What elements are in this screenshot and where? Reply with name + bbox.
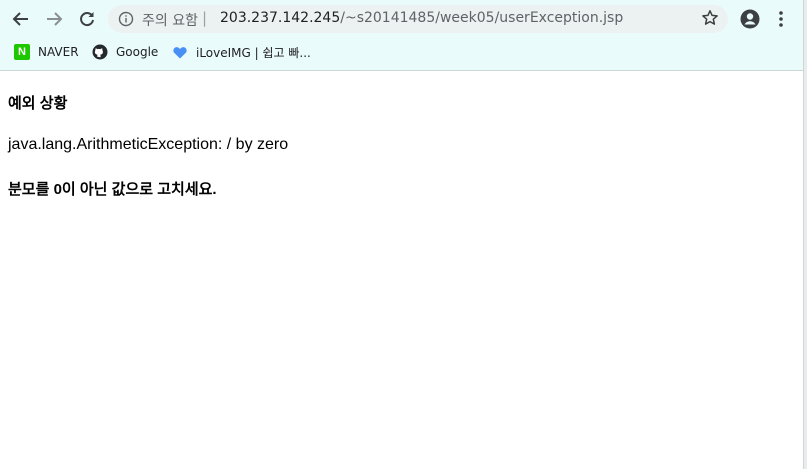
address-bar[interactable]: 주의 요함 | 203.237.142.245/~s20141485/week0…	[108, 5, 728, 33]
reload-icon	[80, 12, 94, 27]
url-host: 203.237.142.245	[220, 10, 341, 26]
bookmark-naver[interactable]: N NAVER	[14, 41, 79, 63]
bookmark-star-icon[interactable]	[701, 9, 719, 27]
forward-button[interactable]	[43, 8, 65, 30]
url-text[interactable]: 203.237.142.245/~s20141485/week05/userEx…	[220, 10, 623, 26]
url-separator: |	[202, 9, 208, 27]
bookmark-label: NAVER	[38, 45, 79, 59]
browser-chrome: 주의 요함 | 203.237.142.245/~s20141485/week0…	[0, 0, 803, 71]
url-path: /~s20141485/week05/userException.jsp	[340, 10, 624, 26]
browser-toolbar: 주의 요함 | 203.237.142.245/~s20141485/week0…	[0, 0, 803, 37]
window-edge	[803, 0, 807, 469]
bookmarks-bar: N NAVER Google iLoveIMG | 쉽고 빠...	[0, 37, 803, 67]
profile-icon[interactable]	[740, 9, 760, 29]
bookmark-label: iLoveIMG | 쉽고 빠...	[196, 45, 311, 60]
heart-icon	[172, 44, 188, 60]
page-title: 예외 상황	[8, 95, 68, 112]
naver-icon: N	[14, 44, 30, 60]
arrow-right-icon	[47, 12, 63, 26]
bookmark-google[interactable]: Google	[92, 41, 158, 63]
info-icon[interactable]	[118, 11, 134, 27]
exception-text: java.lang.ArithmeticException: / by zero	[8, 136, 289, 153]
arrow-left-icon	[12, 12, 28, 26]
security-warning[interactable]: 주의 요함	[142, 10, 198, 30]
reload-button[interactable]	[76, 8, 98, 30]
github-icon	[92, 44, 108, 60]
bookmark-ilovimg[interactable]: iLoveIMG | 쉽고 빠...	[172, 41, 311, 63]
menu-kebab-icon[interactable]	[776, 9, 786, 29]
error-message: 분모를 0이 아닌 값으로 고치세요.	[8, 181, 217, 198]
back-button[interactable]	[10, 8, 32, 30]
bookmark-label: Google	[116, 45, 159, 59]
